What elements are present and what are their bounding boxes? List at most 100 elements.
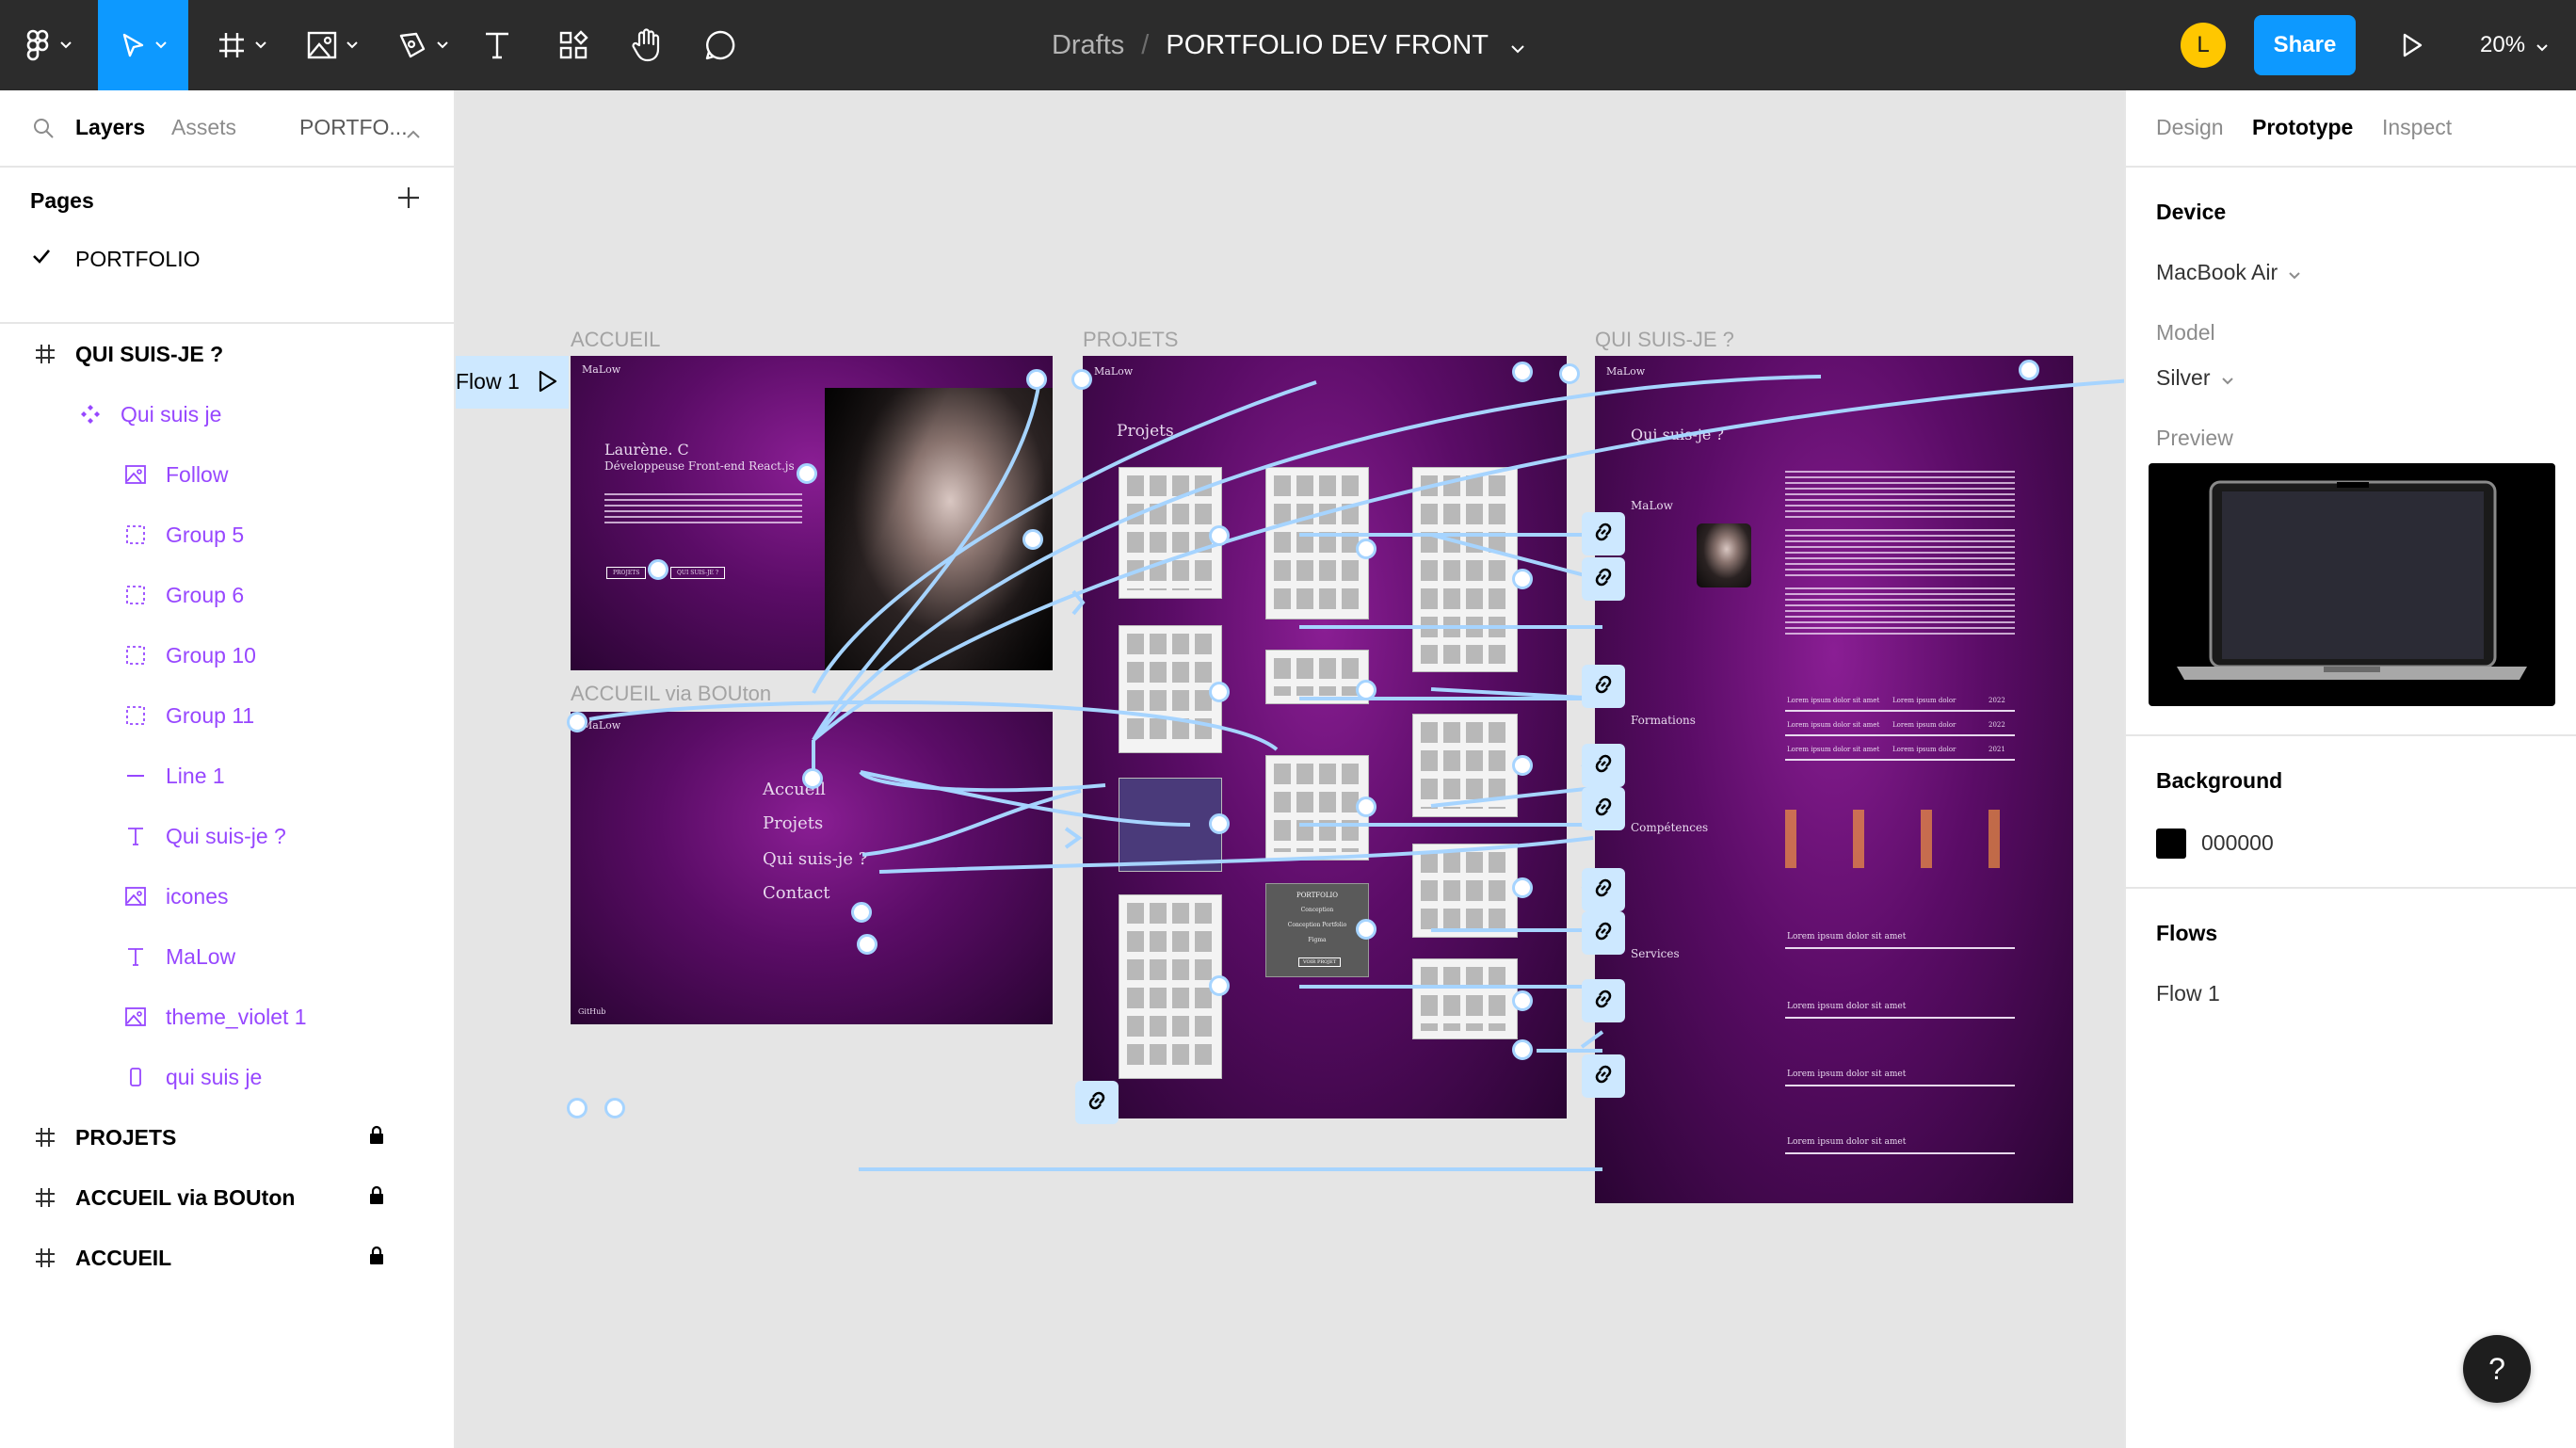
tab-layers[interactable]: Layers (75, 115, 145, 140)
breadcrumb-drafts-link[interactable]: Drafts (1052, 30, 1124, 61)
connection-node[interactable] (1026, 369, 1047, 390)
connection-node[interactable] (567, 1098, 588, 1118)
add-page-button[interactable] (395, 185, 422, 216)
layer-item[interactable]: Qui suis-je ? (0, 806, 454, 866)
connection-node[interactable] (1356, 680, 1377, 700)
lock-icon[interactable] (367, 1245, 386, 1271)
link-hotspot[interactable] (1582, 1054, 1625, 1098)
background-color-swatch[interactable] (2156, 829, 2186, 859)
lock-icon[interactable] (367, 1124, 386, 1150)
avatar[interactable]: L (2181, 23, 2226, 68)
connection-node[interactable] (1209, 682, 1230, 702)
connection-node[interactable] (1512, 990, 1533, 1011)
chevron-down-icon (155, 41, 167, 49)
connection-node[interactable] (1512, 569, 1533, 589)
link-hotspot[interactable] (1582, 512, 1625, 555)
connection-node[interactable] (1209, 813, 1230, 834)
main-menu-button[interactable] (19, 0, 79, 90)
link-hotspot[interactable] (1582, 868, 1625, 911)
present-button[interactable] (2390, 0, 2435, 90)
layer-item[interactable]: qui suis je (0, 1047, 454, 1107)
move-tool-button[interactable] (98, 0, 188, 90)
canvas[interactable]: ACCUEIL ACCUEIL via BOUton PROJETS QUI S… (456, 90, 2126, 1448)
layer-item[interactable]: ACCUEIL via BOUton (0, 1167, 454, 1228)
layer-item[interactable]: theme_violet 1 (0, 987, 454, 1047)
zoom-dropdown[interactable]: 20% (2480, 0, 2548, 90)
connection-node[interactable] (1356, 539, 1377, 559)
layer-item[interactable]: icones (0, 866, 454, 926)
model-dropdown[interactable]: Silver (2156, 365, 2233, 391)
chevron-down-icon[interactable] (1511, 30, 1524, 61)
layer-item[interactable]: Qui suis je (0, 384, 454, 444)
connection-node[interactable] (567, 712, 588, 732)
arrowhead (1071, 589, 1086, 616)
connection-node[interactable] (857, 934, 877, 955)
frame-tool-button[interactable] (209, 0, 275, 90)
prototype-connections (588, 375, 2126, 1171)
layer-name: Group 6 (166, 582, 245, 607)
share-button[interactable]: Share (2254, 15, 2356, 75)
search-icon[interactable] (32, 117, 55, 145)
layer-item[interactable]: Line 1 (0, 746, 454, 806)
connection-node[interactable] (1071, 369, 1092, 390)
link-hotspot[interactable] (1075, 1081, 1119, 1124)
connection-node[interactable] (1512, 755, 1533, 776)
layer-item[interactable]: ACCUEIL (0, 1228, 454, 1288)
group-icon (122, 522, 149, 548)
device-dropdown[interactable]: MacBook Air (2156, 260, 2300, 285)
layer-item[interactable]: PROJETS (0, 1107, 454, 1167)
shape-tool-button[interactable] (299, 0, 365, 90)
connection-node[interactable] (851, 902, 872, 923)
flows-title: Flows (2156, 921, 2218, 945)
connection-node[interactable] (1512, 1039, 1533, 1060)
layer-item[interactable]: Group 5 (0, 505, 454, 565)
chevron-down-icon (2278, 260, 2300, 285)
lock-icon[interactable] (367, 1184, 386, 1211)
group-icon (122, 582, 149, 608)
connection-node[interactable] (1356, 919, 1377, 940)
page-item-portfolio[interactable]: PORTFOLIO (0, 230, 454, 286)
tab-prototype[interactable]: Prototype (2252, 115, 2353, 140)
model-value: Silver (2156, 365, 2211, 390)
connection-node[interactable] (1559, 363, 1580, 384)
link-hotspot[interactable] (1582, 557, 1625, 601)
layer-item[interactable]: Group 6 (0, 565, 454, 625)
link-hotspot[interactable] (1582, 744, 1625, 787)
layer-item[interactable]: Group 10 (0, 625, 454, 685)
flow-item[interactable]: Flow 1 (2156, 981, 2220, 1006)
connection-node[interactable] (2019, 360, 2039, 380)
link-hotspot[interactable] (1582, 911, 1625, 955)
link-hotspot[interactable] (1582, 979, 1625, 1022)
connection-node[interactable] (1209, 975, 1230, 996)
connection-node[interactable] (802, 768, 823, 789)
connection-node[interactable] (1512, 877, 1533, 898)
comment-tool-button[interactable] (697, 0, 744, 90)
layer-item[interactable]: Follow (0, 444, 454, 505)
link-hotspot[interactable] (1582, 787, 1625, 830)
top-toolbar: Drafts / PORTFOLIO DEV FRONT L Share 20% (0, 0, 2576, 90)
play-icon (2402, 33, 2423, 57)
connection-node[interactable] (1209, 525, 1230, 546)
link-hotspot[interactable] (1582, 665, 1625, 708)
layer-item[interactable]: QUI SUIS-JE ? (0, 324, 454, 384)
connection-node[interactable] (797, 463, 817, 484)
connection-node[interactable] (1512, 362, 1533, 382)
tab-design[interactable]: Design (2156, 115, 2224, 140)
chevron-up-icon[interactable] (407, 119, 420, 144)
layer-item[interactable]: Group 11 (0, 685, 454, 746)
connection-node[interactable] (648, 559, 668, 580)
layer-item[interactable]: MaLow (0, 926, 454, 987)
tab-inspect[interactable]: Inspect (2382, 115, 2452, 140)
background-hex-input[interactable]: 000000 (2201, 830, 2274, 856)
connection-node[interactable] (1356, 796, 1377, 817)
hand-tool-button[interactable] (623, 0, 670, 90)
resources-tool-button[interactable] (550, 0, 597, 90)
tab-assets[interactable]: Assets (171, 115, 236, 140)
connection-node[interactable] (604, 1098, 625, 1118)
text-tool-button[interactable] (475, 0, 520, 90)
zoom-level: 20% (2480, 32, 2526, 57)
help-button[interactable]: ? (2463, 1335, 2531, 1403)
file-name[interactable]: PORTFOLIO DEV FRONT (1166, 30, 1489, 61)
page-selector[interactable]: PORTFO... (299, 115, 408, 140)
pen-tool-button[interactable] (390, 0, 456, 90)
